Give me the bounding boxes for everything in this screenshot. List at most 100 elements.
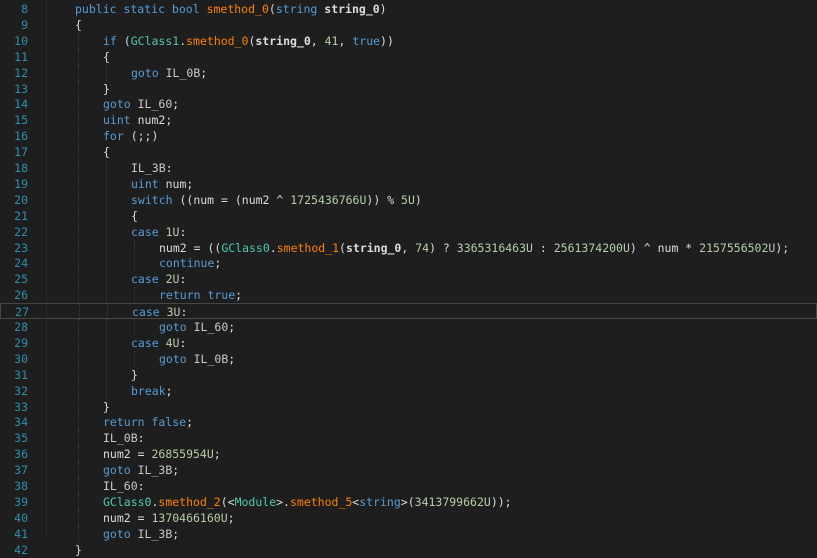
code-text: } bbox=[103, 399, 110, 415]
code-line[interactable]: 22 case 1U: bbox=[0, 223, 817, 240]
line-number: 21 bbox=[14, 208, 28, 223]
indent-guide bbox=[78, 175, 79, 192]
indent-guide bbox=[134, 350, 135, 367]
code-text: goto IL_60; bbox=[103, 96, 179, 112]
code-text: case 1U: bbox=[131, 224, 186, 240]
code-token: ; bbox=[165, 383, 173, 398]
code-token: { bbox=[75, 17, 82, 32]
line-number: 23 bbox=[14, 240, 28, 255]
code-token: : bbox=[165, 161, 173, 175]
code-token: num2 = bbox=[103, 447, 152, 462]
indent-guide bbox=[107, 304, 108, 321]
code-line[interactable]: 41 goto IL_3B; bbox=[0, 525, 817, 542]
code-token: IL_60 bbox=[193, 320, 229, 334]
indent-guide bbox=[106, 319, 107, 335]
code-token: 3365316463U bbox=[456, 240, 533, 255]
indent-guide bbox=[78, 462, 79, 479]
code-token: string_0 bbox=[255, 33, 311, 48]
code-token: uint bbox=[103, 113, 138, 128]
indent-guide bbox=[106, 175, 107, 192]
code-line[interactable]: 20 switch ((num = (num2 ^ 1725436766U)) %… bbox=[0, 191, 817, 208]
indent-guide bbox=[106, 239, 107, 256]
code-token: , bbox=[338, 33, 353, 48]
code-text: goto IL_60; bbox=[159, 319, 235, 335]
code-line[interactable]: 32 break; bbox=[0, 382, 817, 399]
code-line[interactable]: 33} bbox=[0, 398, 817, 415]
code-line[interactable]: 10 if (GClass1.smethod_0(string_0, 41, tr… bbox=[0, 32, 817, 49]
code-token: >( bbox=[400, 494, 415, 509]
code-token: (;;) bbox=[130, 129, 159, 144]
code-token: goto bbox=[131, 65, 166, 80]
code-line[interactable]: 36 num2 = 26855954U; bbox=[0, 446, 817, 463]
code-line[interactable]: 39 GClass0.smethod_2(<Module>.smethod_5<s… bbox=[0, 493, 817, 510]
code-line[interactable]: 40 num2 = 1370466160U; bbox=[0, 509, 817, 526]
code-token: ; bbox=[228, 351, 236, 366]
code-token: : bbox=[180, 305, 188, 320]
code-line[interactable]: 16 for (;;) bbox=[0, 128, 817, 145]
code-token: string_0 bbox=[345, 240, 402, 255]
code-line[interactable]: 13} bbox=[0, 80, 817, 97]
code-line[interactable]: 18 IL_3B: bbox=[0, 160, 817, 176]
code-token: : bbox=[179, 272, 187, 287]
code-token: smethod_0 bbox=[206, 2, 269, 16]
code-line[interactable]: 17 { bbox=[0, 144, 817, 161]
code-line[interactable]: 26 return true; bbox=[0, 287, 817, 304]
code-token: string_0 bbox=[324, 2, 380, 16]
line-number: 32 bbox=[14, 383, 28, 398]
code-line[interactable]: 21 { bbox=[0, 207, 817, 224]
code-token: : bbox=[137, 431, 145, 446]
code-line[interactable]: 14 goto IL_60; bbox=[0, 96, 817, 113]
indent-guide bbox=[78, 32, 79, 49]
code-token: ; bbox=[227, 510, 235, 525]
code-token: : bbox=[137, 479, 145, 493]
code-line[interactable]: 31} bbox=[0, 366, 817, 383]
code-line[interactable]: 25 case 2U: bbox=[0, 271, 817, 288]
code-token: ; bbox=[186, 415, 194, 430]
code-token: return false bbox=[103, 415, 187, 430]
code-line[interactable]: 29 case 4U: bbox=[0, 334, 817, 351]
code-token: , bbox=[310, 33, 325, 48]
code-line[interactable]: 38 IL_60: bbox=[0, 478, 817, 494]
code-token: 1U bbox=[165, 224, 180, 239]
code-token: , bbox=[401, 240, 416, 255]
code-editor[interactable]: 8 public static bool smethod_0(string str… bbox=[0, 0, 817, 557]
indent-guide bbox=[78, 191, 79, 208]
line-number: 25 bbox=[14, 272, 28, 287]
code-token: 1725436766U bbox=[290, 192, 367, 207]
code-token: ; bbox=[200, 65, 208, 80]
indent-guide bbox=[78, 366, 79, 383]
code-line[interactable]: 19 uint num; bbox=[0, 175, 817, 192]
indent-guide bbox=[78, 128, 79, 145]
code-line[interactable]: 11 { bbox=[0, 48, 817, 65]
code-line[interactable]: 34 return false; bbox=[0, 414, 817, 431]
code-token: IL_0B bbox=[165, 65, 201, 80]
code-token: public static bool bbox=[75, 2, 207, 16]
code-line[interactable]: 30 goto IL_0B; bbox=[0, 350, 817, 367]
code-line[interactable]: 27 case 3U: bbox=[0, 303, 817, 321]
indent-guide bbox=[78, 525, 79, 542]
indent-guide bbox=[106, 350, 107, 367]
code-line[interactable]: 9{ bbox=[0, 17, 817, 33]
code-line[interactable]: 42} bbox=[0, 542, 817, 558]
code-line[interactable]: 8 public static bool smethod_0(string str… bbox=[0, 1, 817, 17]
code-line[interactable]: 15 uint num2; bbox=[0, 112, 817, 129]
code-text: case 3U: bbox=[132, 304, 187, 320]
code-token: 2U bbox=[165, 272, 180, 287]
code-token: for bbox=[103, 129, 131, 144]
code-line[interactable]: 12 goto IL_0B; bbox=[0, 64, 817, 81]
code-line[interactable]: 28 goto IL_60; bbox=[0, 319, 817, 335]
code-token: ) bbox=[379, 2, 387, 16]
code-line[interactable]: 23 num2 = ((GClass0.smethod_1(string_0, 7… bbox=[0, 239, 817, 256]
line-number: 22 bbox=[14, 224, 28, 239]
code-token: num2 = bbox=[103, 510, 152, 525]
code-token: goto bbox=[103, 97, 138, 112]
code-token: true bbox=[352, 33, 381, 48]
code-line[interactable]: 37 goto IL_3B; bbox=[0, 462, 817, 479]
code-token: >. bbox=[276, 494, 290, 509]
code-token: num2; bbox=[137, 113, 173, 128]
code-line[interactable]: 24 continue; bbox=[0, 255, 817, 272]
code-token: IL_60 bbox=[103, 479, 138, 493]
code-line[interactable]: 35 IL_0B: bbox=[0, 430, 817, 447]
indent-guide bbox=[78, 287, 79, 304]
code-text: case 2U: bbox=[131, 271, 186, 287]
